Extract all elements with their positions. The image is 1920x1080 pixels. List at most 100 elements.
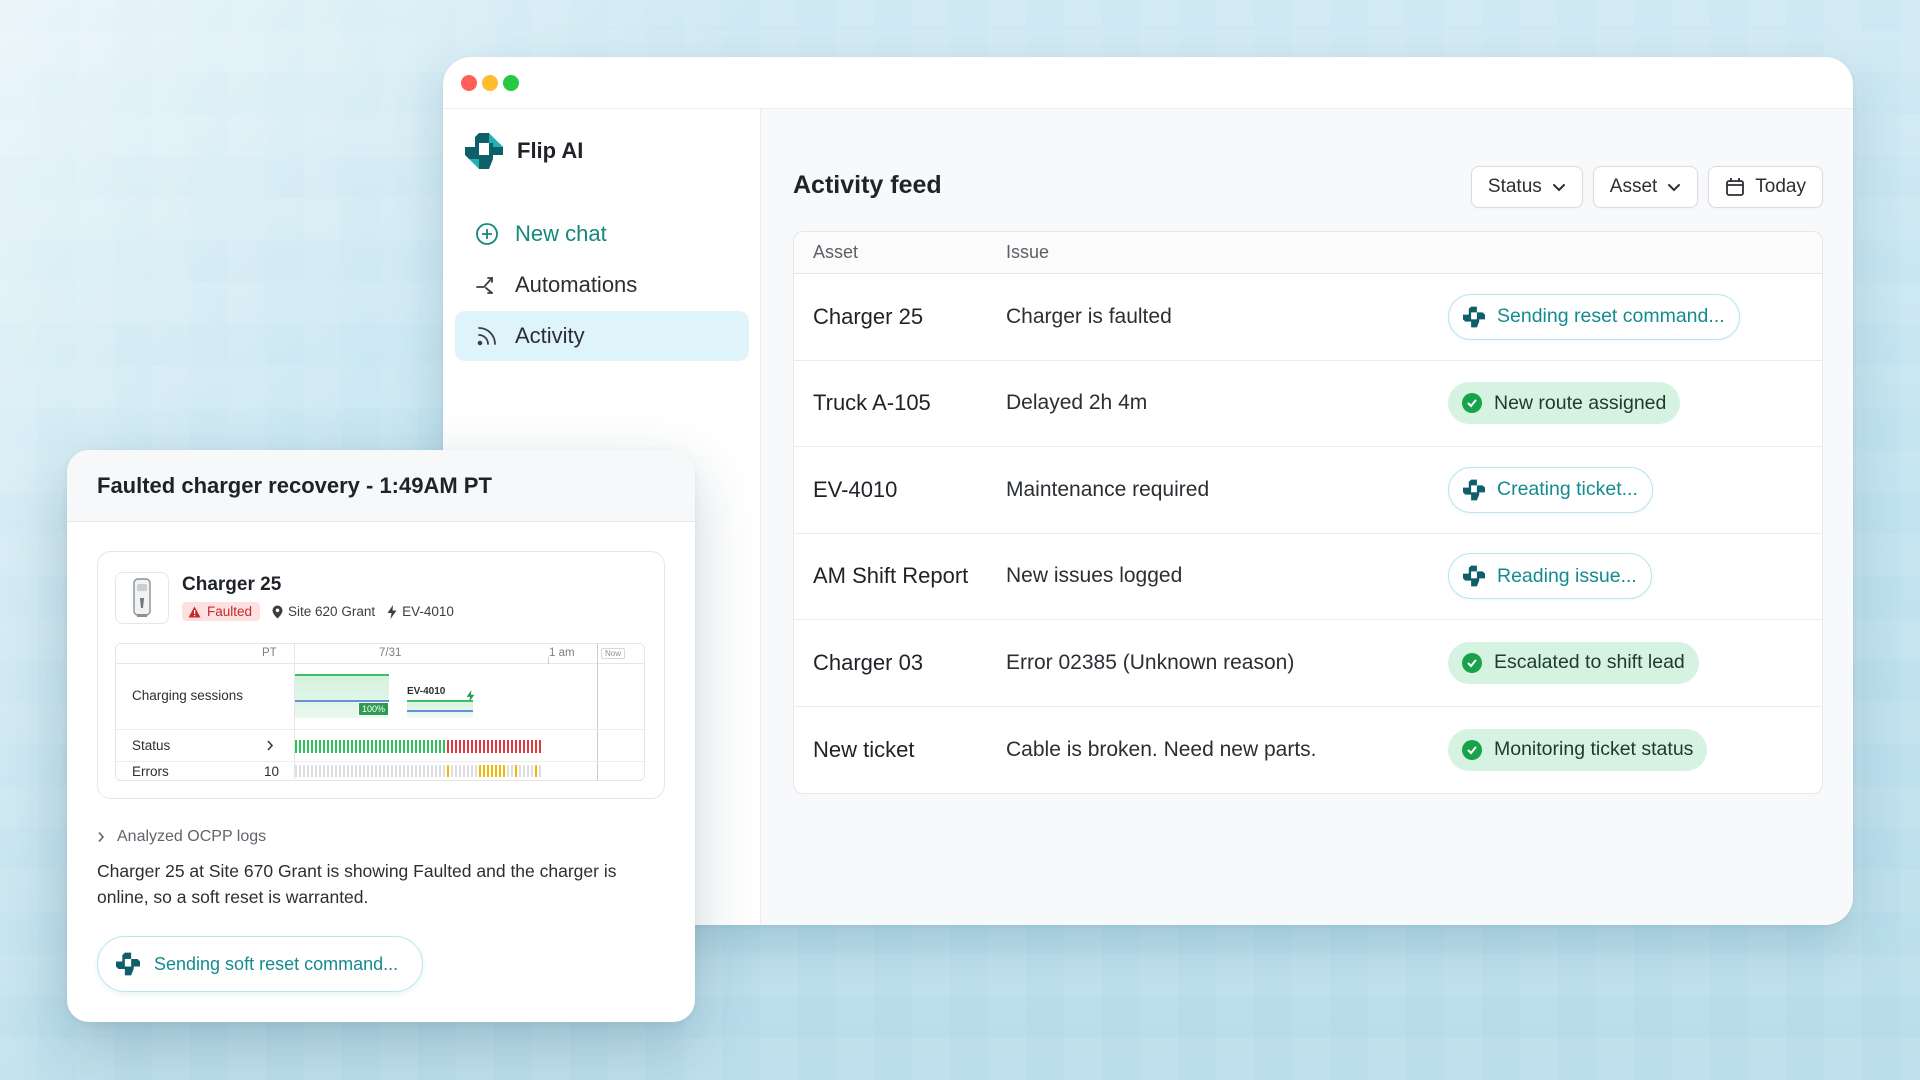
status-tick — [359, 740, 361, 753]
title-bar — [443, 57, 1853, 109]
status-row: Status — [116, 730, 644, 762]
row-asset: Charger 25 — [813, 303, 924, 329]
status-tick — [483, 740, 485, 753]
sidebar-item-automations[interactable]: Automations — [455, 260, 749, 310]
error-tick — [519, 765, 521, 777]
error-tick — [491, 765, 493, 777]
status-tick — [467, 740, 469, 753]
table-row[interactable]: New ticket Cable is broken. Need new par… — [794, 707, 1822, 794]
maximize-window-button[interactable] — [503, 75, 519, 91]
timeline-axis: PT 7/31 1 am Now — [116, 644, 644, 664]
status-tick — [495, 740, 497, 753]
sidebar-nav: New chat Automations Activity — [455, 209, 749, 362]
brand[interactable]: Flip AI — [465, 133, 583, 169]
status-tick — [323, 740, 325, 753]
action-status-pill[interactable]: Sending reset command... — [1448, 293, 1740, 340]
recovery-card: Faulted charger recovery - 1:49AM PT Cha… — [67, 450, 695, 1022]
card-title: Faulted charger recovery - 1:49AM PT — [67, 450, 695, 522]
flip-spinner-icon — [1463, 565, 1485, 587]
status-tick — [331, 740, 333, 753]
check-circle-icon — [1462, 393, 1482, 414]
status-filter-button[interactable]: Status — [1470, 166, 1583, 208]
action-status-pill[interactable]: Monitoring ticket status — [1448, 728, 1708, 771]
error-tick — [523, 765, 525, 777]
status-tick — [387, 740, 389, 753]
row-issue: New issues logged — [1006, 564, 1183, 588]
table-row[interactable]: AM Shift Report New issues logged Readin… — [794, 534, 1822, 620]
check-circle-icon — [1462, 739, 1482, 760]
status-tick — [335, 740, 337, 753]
error-tick — [423, 765, 425, 777]
timeline-now-marker: Now — [601, 648, 626, 659]
error-tick — [415, 765, 417, 777]
status-tick — [439, 740, 441, 753]
charger-timeline: PT 7/31 1 am Now Charging sessions 100% … — [115, 643, 645, 781]
status-tick — [327, 740, 329, 753]
asset-filter-label: Asset — [1609, 176, 1658, 197]
error-tick — [459, 765, 461, 777]
ev-charger-icon — [133, 578, 151, 617]
status-tick — [379, 740, 381, 753]
soft-reset-status-pill[interactable]: Sending soft reset command... — [97, 936, 424, 992]
soft-reset-status-text: Sending soft reset command... — [154, 953, 399, 974]
error-tick — [447, 765, 449, 777]
status-badge-label: Faulted — [207, 604, 253, 619]
error-tick — [403, 765, 405, 777]
status-tick — [383, 740, 385, 753]
errors-count: 10 — [264, 764, 280, 779]
asset-filter-button[interactable]: Asset — [1592, 166, 1699, 208]
table-row[interactable]: Charger 03 Error 02385 (Unknown reason) … — [794, 620, 1822, 707]
chevron-right-icon[interactable] — [266, 740, 274, 751]
error-tick — [319, 765, 321, 777]
sidebar-item-activity[interactable]: Activity — [455, 311, 749, 361]
status-tick — [375, 740, 377, 753]
action-status-pill[interactable]: Creating ticket... — [1448, 466, 1653, 513]
action-status-pill[interactable]: Reading issue... — [1448, 553, 1652, 600]
timeline-time: 1 am — [549, 647, 575, 659]
chevron-right-icon — [98, 831, 105, 843]
status-tick — [407, 740, 409, 753]
error-tick — [431, 765, 433, 777]
status-tick — [311, 740, 313, 753]
status-tick — [443, 740, 445, 753]
table-row[interactable]: Truck A-105 Delayed 2h 4m New route assi… — [794, 361, 1822, 447]
analyzed-logs-label: Analyzed OCPP logs — [117, 828, 267, 845]
error-tick — [331, 765, 333, 777]
table-header: Asset Issue — [794, 232, 1822, 274]
lightning-icon — [387, 604, 397, 619]
status-tick — [307, 740, 309, 753]
error-tick — [479, 765, 481, 777]
minimize-window-button[interactable] — [482, 75, 498, 91]
sidebar-item-label: Activity — [515, 323, 585, 348]
timeline-timezone: PT — [262, 647, 277, 659]
warning-icon — [188, 606, 201, 617]
status-tick — [471, 740, 473, 753]
brand-name: Flip AI — [517, 138, 584, 163]
rss-icon — [477, 327, 496, 346]
analyzed-logs-toggle[interactable]: Analyzed OCPP logs — [97, 828, 266, 846]
status-tick — [511, 740, 513, 753]
status-tick — [319, 740, 321, 753]
site-info: Site 620 Grant — [272, 604, 375, 619]
close-window-button[interactable] — [461, 75, 477, 91]
sessions-row: Charging sessions 100% EV-4010 — [116, 664, 644, 730]
flip-spinner-icon — [116, 952, 140, 976]
status-tick — [355, 740, 357, 753]
sidebar-item-new-chat[interactable]: New chat — [455, 209, 749, 259]
action-status-text: Reading issue... — [1497, 564, 1637, 587]
action-status-pill[interactable]: Escalated to shift lead — [1448, 641, 1699, 684]
error-tick — [323, 765, 325, 777]
date-filter-button[interactable]: Today — [1708, 166, 1823, 208]
error-tick — [451, 765, 453, 777]
error-tick — [471, 765, 473, 777]
table-row[interactable]: EV-4010 Maintenance required Creating ti… — [794, 447, 1822, 534]
error-tick — [463, 765, 465, 777]
charger-meta: Faulted Site 620 Grant EV-4010 — [182, 602, 454, 621]
table-row[interactable]: Charger 25 Charger is faulted Sending re… — [794, 274, 1822, 361]
status-tick — [479, 740, 481, 753]
error-tick — [347, 765, 349, 777]
error-tick — [315, 765, 317, 777]
row-asset: EV-4010 — [813, 476, 898, 502]
action-status-pill[interactable]: New route assigned — [1448, 382, 1681, 425]
error-tick — [527, 765, 529, 777]
